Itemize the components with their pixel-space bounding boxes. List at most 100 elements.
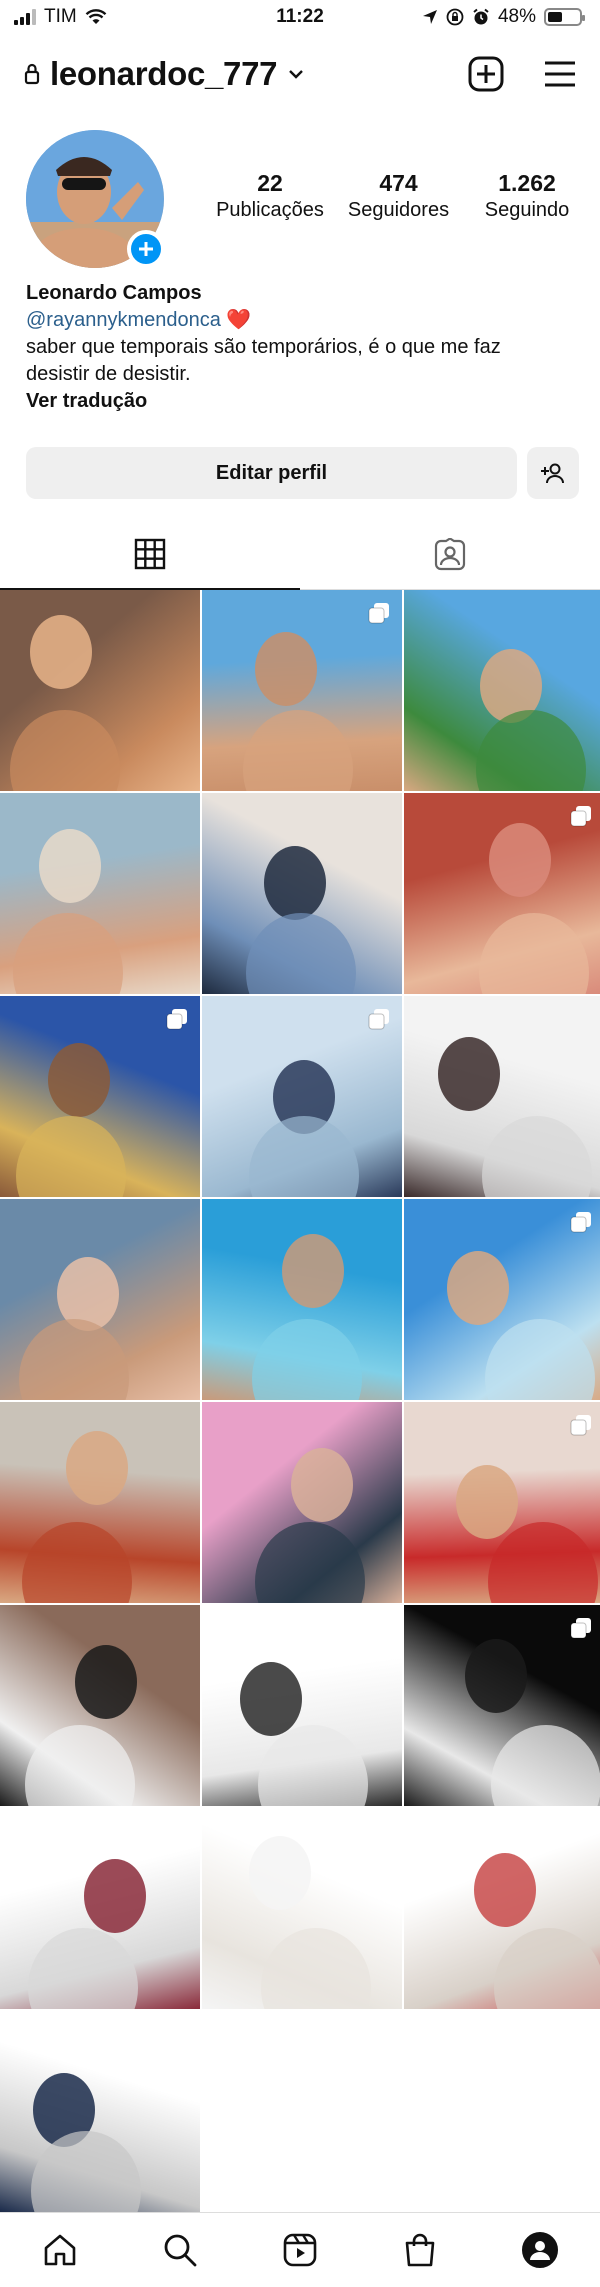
carousel-icon [570,1211,592,1233]
carousel-icon [570,1617,592,1639]
post-thumbnail[interactable] [404,996,600,1197]
display-name: Leonardo Campos [26,282,202,304]
home-icon [44,2234,76,2266]
post-thumbnail[interactable] [0,996,200,1197]
photo-subject [249,1116,359,1197]
post-thumbnail[interactable] [202,1199,402,1400]
bottom-navigation [0,2212,600,2287]
photo-subject [13,913,123,994]
photo-subject [258,1725,368,1806]
photo-subject [482,1116,592,1197]
bio-text-line-1: saber que temporais são temporários, é o… [26,336,501,358]
profile-tabs [0,520,600,590]
nav-shop[interactable] [390,2220,450,2280]
stat-label: Seguindo [484,199,570,221]
stat-value: 22 [257,170,283,196]
photo-subject [19,1319,129,1400]
battery-level [548,12,563,22]
bio-text-line-2: desistir de desistir. [26,363,191,385]
post-thumbnail[interactable] [0,1808,200,2009]
post-thumbnail[interactable] [0,2011,200,2212]
see-translation-link[interactable]: Ver tradução [26,388,586,415]
photo-subject [438,1037,500,1111]
photo-subject [494,1928,600,2009]
post-thumbnail[interactable] [202,793,402,994]
stat-label: Seguidores [347,199,450,221]
heart-emoji: ❤️ [226,309,252,331]
photo-subject [10,710,120,791]
posts-grid [0,590,600,2212]
stat-value: 1.262 [498,170,556,196]
post-thumbnail[interactable] [404,1402,600,1603]
stat-posts[interactable]: 22 Publicações [206,170,334,222]
nav-reels[interactable] [270,2220,330,2280]
photo-subject [30,615,92,689]
stat-label: Publicações [216,199,324,221]
add-person-icon [541,463,564,484]
photo-subject [252,1319,362,1400]
photo-subject [282,1234,344,1308]
carrier-label: TIM [44,6,77,27]
post-thumbnail[interactable] [202,1808,402,2009]
nav-profile[interactable] [510,2220,570,2280]
photo-subject [491,1725,600,1806]
post-thumbnail[interactable] [404,590,600,791]
menu-icon[interactable] [544,61,576,87]
nav-home[interactable] [30,2220,90,2280]
post-thumbnail[interactable] [202,1605,402,1806]
shop-icon [405,2233,435,2267]
chevron-down-icon [289,70,304,79]
post-thumbnail[interactable] [202,996,402,1197]
bio-mention-link[interactable]: @rayannykmendonca [26,309,221,331]
status-right: 48% [422,6,585,28]
post-thumbnail[interactable] [202,590,402,791]
post-thumbnail[interactable] [404,1605,600,1806]
carousel-icon [166,1008,188,1030]
post-thumbnail[interactable] [0,1199,200,1400]
post-thumbnail[interactable] [0,590,200,791]
photo-subject [485,1319,595,1400]
photo-subject [39,829,101,903]
photo-subject [488,1522,598,1603]
photo-subject [16,1116,126,1197]
stat-value: 474 [379,170,418,196]
discover-people-button[interactable] [527,447,579,499]
stat-following[interactable]: 1.262 Seguindo [463,170,591,222]
screen-lock-icon [446,8,464,26]
signal-icon [14,9,36,25]
post-thumbnail[interactable] [404,1199,600,1400]
bio-link-line: @rayannykmendonca ❤️ [26,307,586,334]
photo-subject [476,710,586,791]
photo-subject [479,913,589,994]
photo-subject [84,1859,146,1933]
post-thumbnail[interactable] [0,1605,200,1806]
add-story-button[interactable] [127,230,165,268]
status-left: TIM [14,6,107,28]
tab-posts-grid[interactable] [0,520,300,590]
photo-subject [243,710,353,791]
edit-profile-button[interactable]: Editar perfil [26,447,517,499]
stat-followers[interactable]: 474 Seguidores [335,170,463,222]
username: leonardoc_777 [50,55,278,92]
photo-subject [255,632,317,706]
post-thumbnail[interactable] [202,1402,402,1603]
post-thumbnail[interactable] [0,1402,200,1603]
photo-subject [474,1853,536,1927]
photo-subject [456,1465,518,1539]
tab-tagged[interactable] [300,520,600,590]
photo-subject [75,1645,137,1719]
profile-avatar-icon [522,2232,558,2268]
post-thumbnail[interactable] [404,1808,600,2009]
grid-icon [134,538,166,570]
photo-subject [66,1431,128,1505]
post-thumbnail[interactable] [404,793,600,994]
profile-header: leonardoc_777 [0,44,600,104]
search-icon [164,2234,197,2267]
battery-icon [544,8,585,26]
create-post-icon[interactable] [468,56,504,92]
post-thumbnail[interactable] [0,793,200,994]
nav-search[interactable] [150,2220,210,2280]
account-switcher[interactable]: leonardoc_777 [24,55,305,93]
photo-subject [25,1725,135,1806]
carousel-icon [368,602,390,624]
